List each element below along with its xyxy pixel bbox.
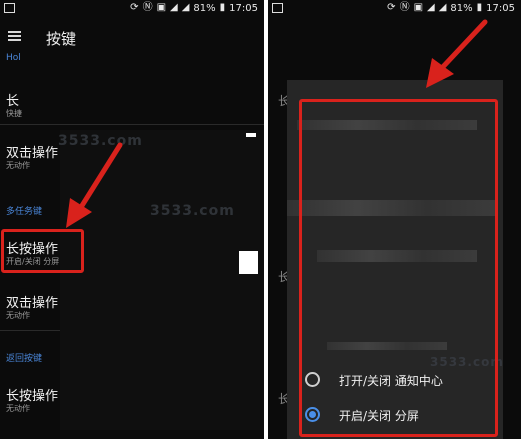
annotation-arrow [426, 19, 488, 88]
